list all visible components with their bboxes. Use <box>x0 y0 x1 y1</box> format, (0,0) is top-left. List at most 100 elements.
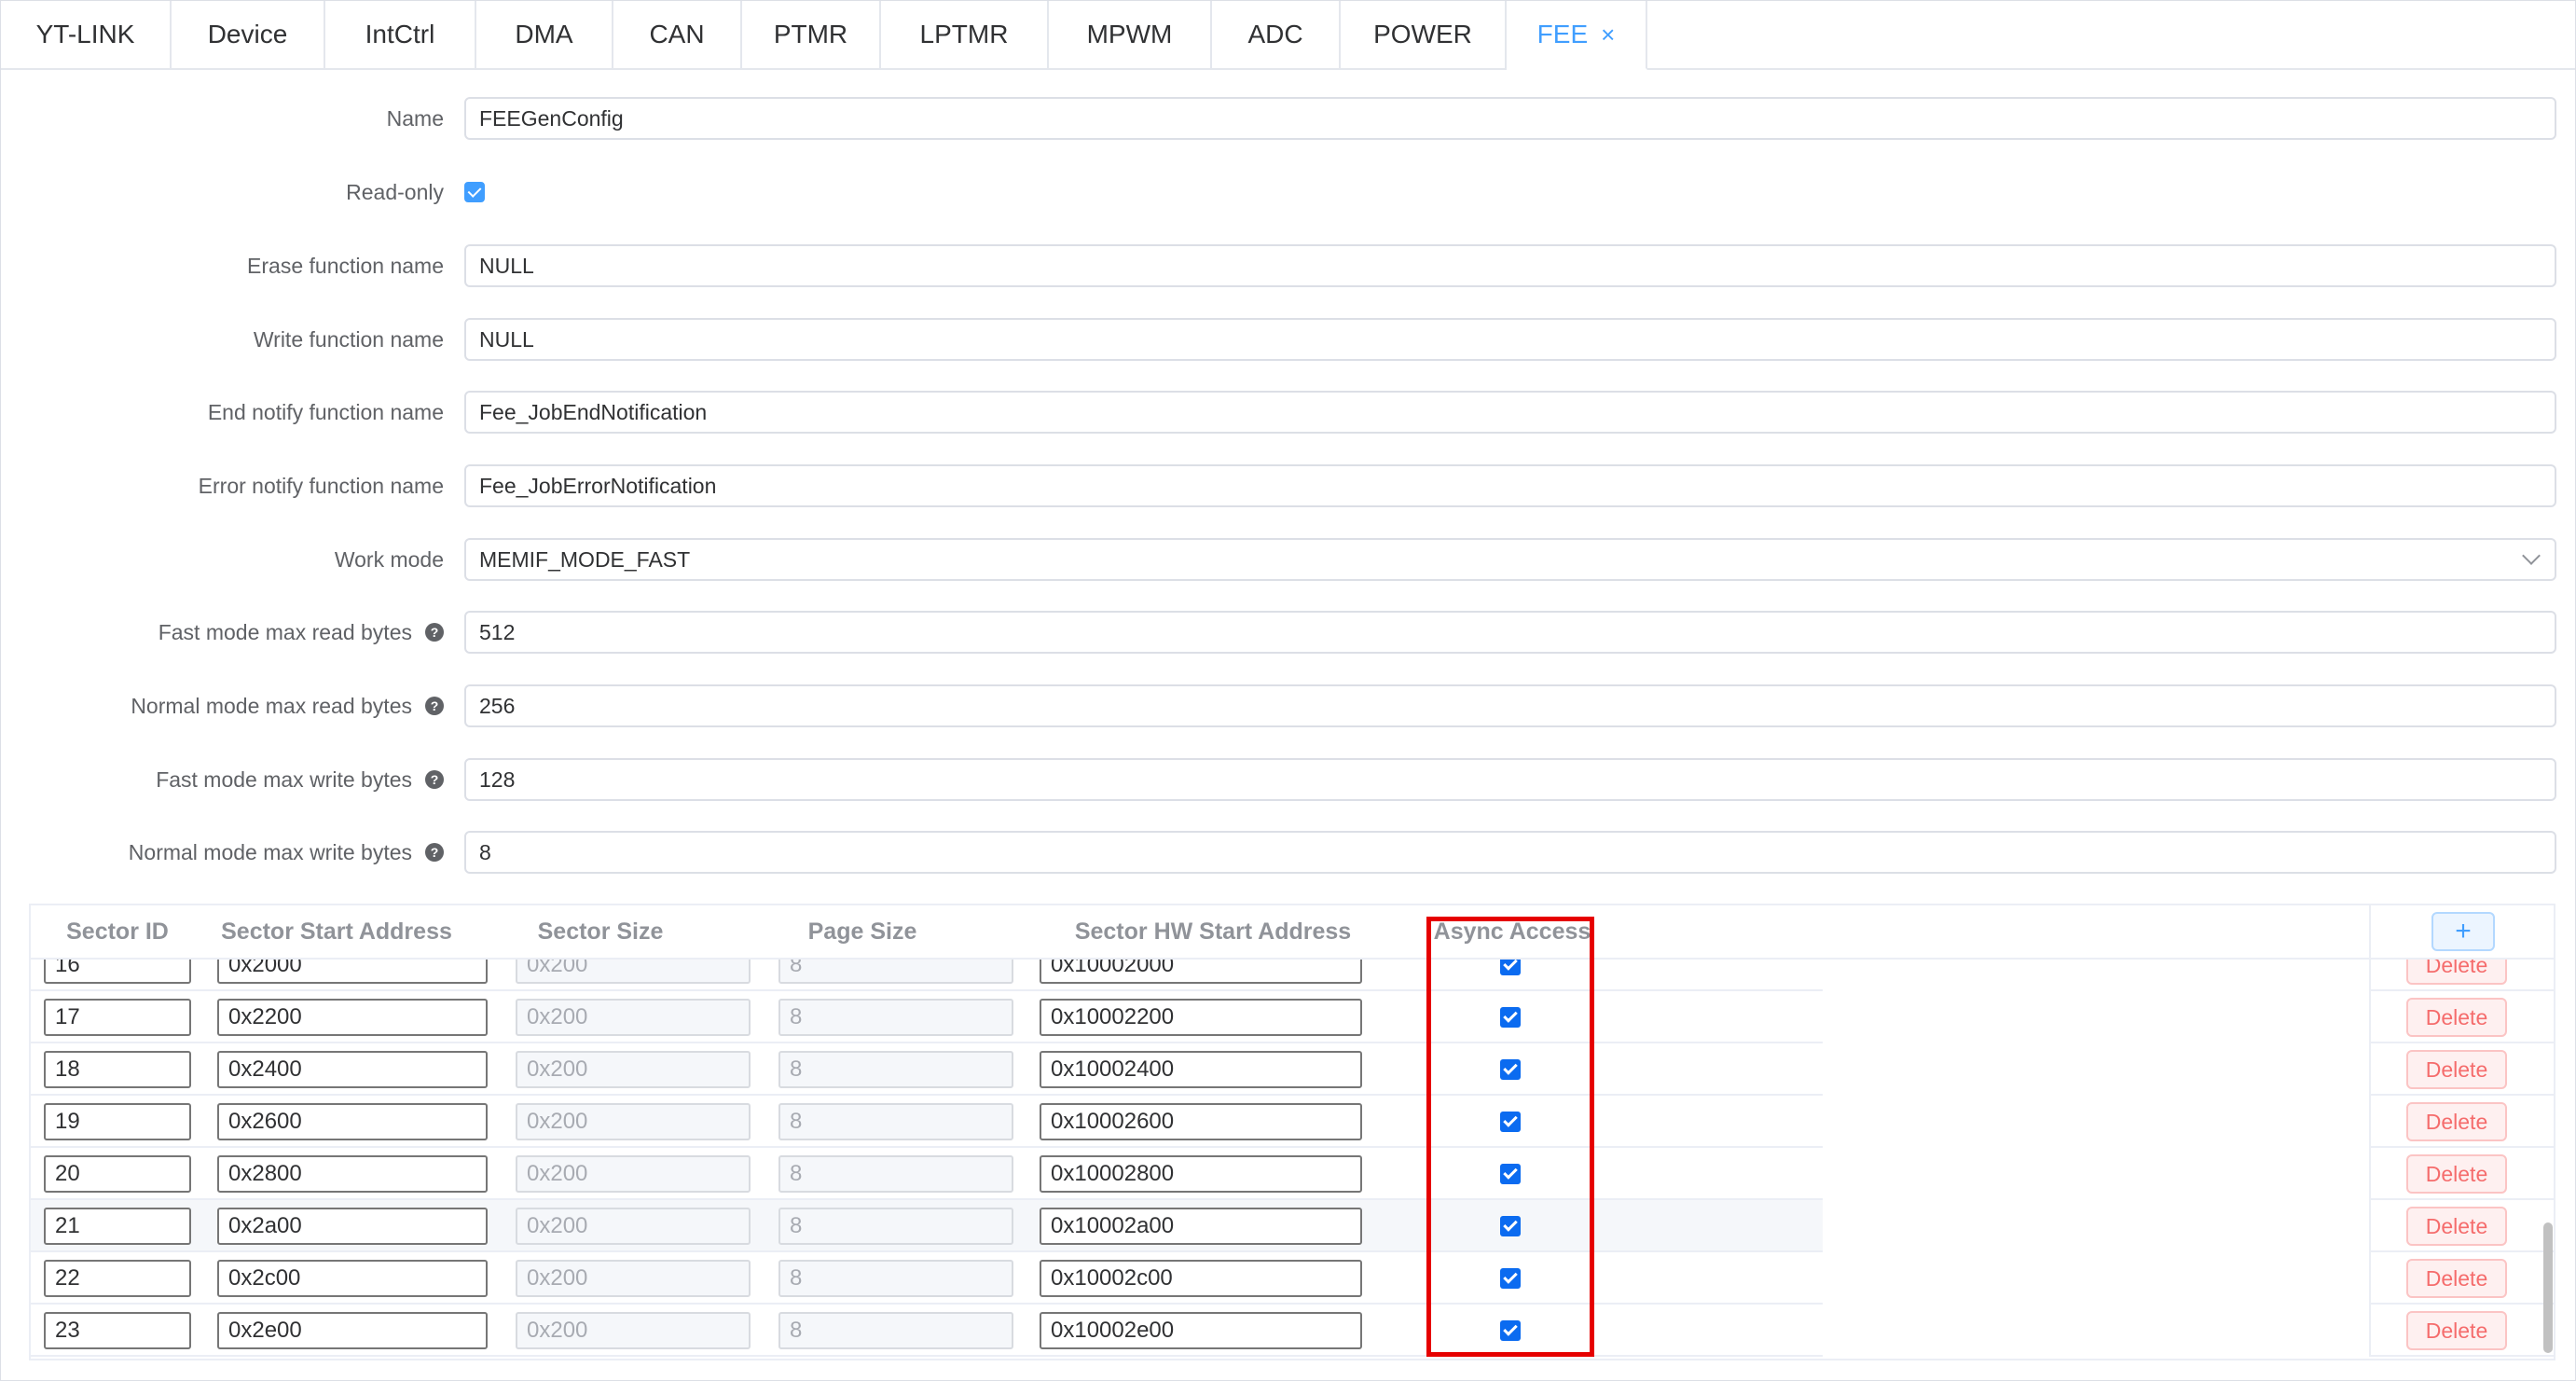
page-size-input <box>778 1260 1013 1297</box>
erase-function-input[interactable] <box>464 244 2556 287</box>
tab-yt-link[interactable]: YT-LINK <box>1 1 172 68</box>
sector-id-input[interactable] <box>44 1051 191 1088</box>
tab-label: FEE <box>1536 20 1589 48</box>
table-scrollbar-thumb[interactable] <box>2543 1222 2553 1353</box>
fee-config-window: YT-LINK Device IntCtrl DMA CAN PTMR LPTM… <box>0 0 2576 1381</box>
name-input[interactable] <box>464 97 2556 140</box>
sector-id-input[interactable] <box>44 1103 191 1140</box>
error-notify-label: Error notify function name <box>198 473 444 498</box>
module-tab-bar: YT-LINK Device IntCtrl DMA CAN PTMR LPTM… <box>1 1 2575 70</box>
tab-can[interactable]: CAN <box>613 1 742 68</box>
work-mode-select[interactable]: MEMIF_MODE_FAST <box>464 538 2556 581</box>
close-icon[interactable]: × <box>1601 22 1615 47</box>
delete-sector-button[interactable]: Delete <box>2406 1050 2507 1089</box>
table-row: Delete <box>31 1148 2554 1200</box>
page-size-input <box>778 1208 1013 1245</box>
page-size-input <box>778 1312 1013 1349</box>
sector-start-address-input[interactable] <box>217 999 488 1036</box>
sector-id-input[interactable] <box>44 1208 191 1245</box>
tab-label: ADC <box>1247 20 1303 48</box>
delete-sector-button[interactable]: Delete <box>2406 1154 2507 1194</box>
end-notify-label: End notify function name <box>207 399 444 424</box>
normal-max-read-input[interactable] <box>464 684 2556 727</box>
tab-lptmr[interactable]: LPTMR <box>881 1 1049 68</box>
form-row-normal-max-read: Normal mode max read bytes? <box>1 684 2575 727</box>
async-access-checkbox[interactable] <box>1500 1059 1521 1080</box>
fast-max-write-label: Fast mode max write bytes? <box>156 758 444 801</box>
question-circle-icon[interactable]: ? <box>425 623 444 642</box>
table-row: Delete <box>31 960 2554 991</box>
write-function-input[interactable] <box>464 318 2556 361</box>
question-circle-icon[interactable]: ? <box>425 697 444 715</box>
form-row-fast-max-write: Fast mode max write bytes? <box>1 758 2575 801</box>
operations-header: + <box>2369 905 2554 958</box>
tab-label: PTMR <box>773 20 848 48</box>
page-size-input <box>778 1155 1013 1193</box>
sector-hw-start-address-input[interactable] <box>1040 1051 1362 1088</box>
column-header-page-size: Page Size <box>807 918 917 945</box>
sector-hw-start-address-input[interactable] <box>1040 999 1362 1036</box>
async-access-checkbox[interactable] <box>1500 960 1521 975</box>
sector-size-input <box>516 1103 751 1140</box>
sector-size-input <box>516 1051 751 1088</box>
delete-sector-button[interactable]: Delete <box>2406 998 2507 1037</box>
chevron-down-icon <box>2522 546 2541 565</box>
sector-id-input[interactable] <box>44 1312 191 1349</box>
fast-max-read-input[interactable] <box>464 611 2556 654</box>
tab-intctrl[interactable]: IntCtrl <box>325 1 476 68</box>
form-row-write-fn: Write function name <box>1 318 2575 361</box>
sector-id-input[interactable] <box>44 1260 191 1297</box>
sector-start-address-input[interactable] <box>217 1312 488 1349</box>
delete-sector-button[interactable]: Delete <box>2406 1259 2507 1298</box>
sector-hw-start-address-input[interactable] <box>1040 1312 1362 1349</box>
work-mode-label: Work mode <box>334 546 444 572</box>
read-only-checkbox[interactable] <box>464 182 485 202</box>
end-notify-input[interactable] <box>464 391 2556 434</box>
read-only-label: Read-only <box>346 179 444 204</box>
sector-hw-start-address-input[interactable] <box>1040 1155 1362 1193</box>
sector-start-address-input[interactable] <box>217 1208 488 1245</box>
delete-sector-button[interactable]: Delete <box>2406 1102 2507 1141</box>
async-access-checkbox[interactable] <box>1500 1216 1521 1236</box>
tab-dma[interactable]: DMA <box>476 1 613 68</box>
tab-ptmr[interactable]: PTMR <box>742 1 881 68</box>
delete-sector-button[interactable]: Delete <box>2406 1311 2507 1350</box>
sector-id-input[interactable] <box>44 1155 191 1193</box>
async-access-checkbox[interactable] <box>1500 1268 1521 1289</box>
sector-start-address-input[interactable] <box>217 1155 488 1193</box>
delete-sector-button[interactable]: Delete <box>2406 1207 2507 1246</box>
table-row: Delete <box>31 1252 2554 1305</box>
sector-size-input <box>516 999 751 1036</box>
error-notify-input[interactable] <box>464 464 2556 507</box>
table-row: Delete <box>31 1200 2554 1252</box>
async-access-checkbox[interactable] <box>1500 1320 1521 1341</box>
tab-device[interactable]: Device <box>172 1 325 68</box>
tab-mpwm[interactable]: MPWM <box>1049 1 1212 68</box>
sector-hw-start-address-input[interactable] <box>1040 1208 1362 1245</box>
name-label: Name <box>386 105 444 131</box>
form-row-erase-fn: Erase function name <box>1 244 2575 287</box>
sector-start-address-input[interactable] <box>217 1260 488 1297</box>
question-circle-icon[interactable]: ? <box>425 843 444 862</box>
sector-id-input[interactable] <box>44 999 191 1036</box>
tab-adc[interactable]: ADC <box>1212 1 1341 68</box>
sector-id-input[interactable] <box>44 960 191 984</box>
async-access-checkbox[interactable] <box>1500 1007 1521 1028</box>
normal-max-write-input[interactable] <box>464 831 2556 874</box>
tab-fee[interactable]: FEE × <box>1507 1 1647 70</box>
delete-sector-button[interactable]: Delete <box>2406 960 2507 985</box>
async-access-checkbox[interactable] <box>1500 1112 1521 1132</box>
page-size-input <box>778 960 1013 984</box>
column-header-sector-size: Sector Size <box>537 918 664 945</box>
sector-start-address-input[interactable] <box>217 1103 488 1140</box>
sector-hw-start-address-input[interactable] <box>1040 1260 1362 1297</box>
async-access-checkbox[interactable] <box>1500 1164 1521 1184</box>
sector-hw-start-address-input[interactable] <box>1040 960 1362 984</box>
sector-start-address-input[interactable] <box>217 1051 488 1088</box>
question-circle-icon[interactable]: ? <box>425 770 444 789</box>
add-sector-button[interactable]: + <box>2431 912 2495 951</box>
sector-start-address-input[interactable] <box>217 960 488 984</box>
tab-power[interactable]: POWER <box>1341 1 1507 68</box>
fast-max-write-input[interactable] <box>464 758 2556 801</box>
sector-hw-start-address-input[interactable] <box>1040 1103 1362 1140</box>
